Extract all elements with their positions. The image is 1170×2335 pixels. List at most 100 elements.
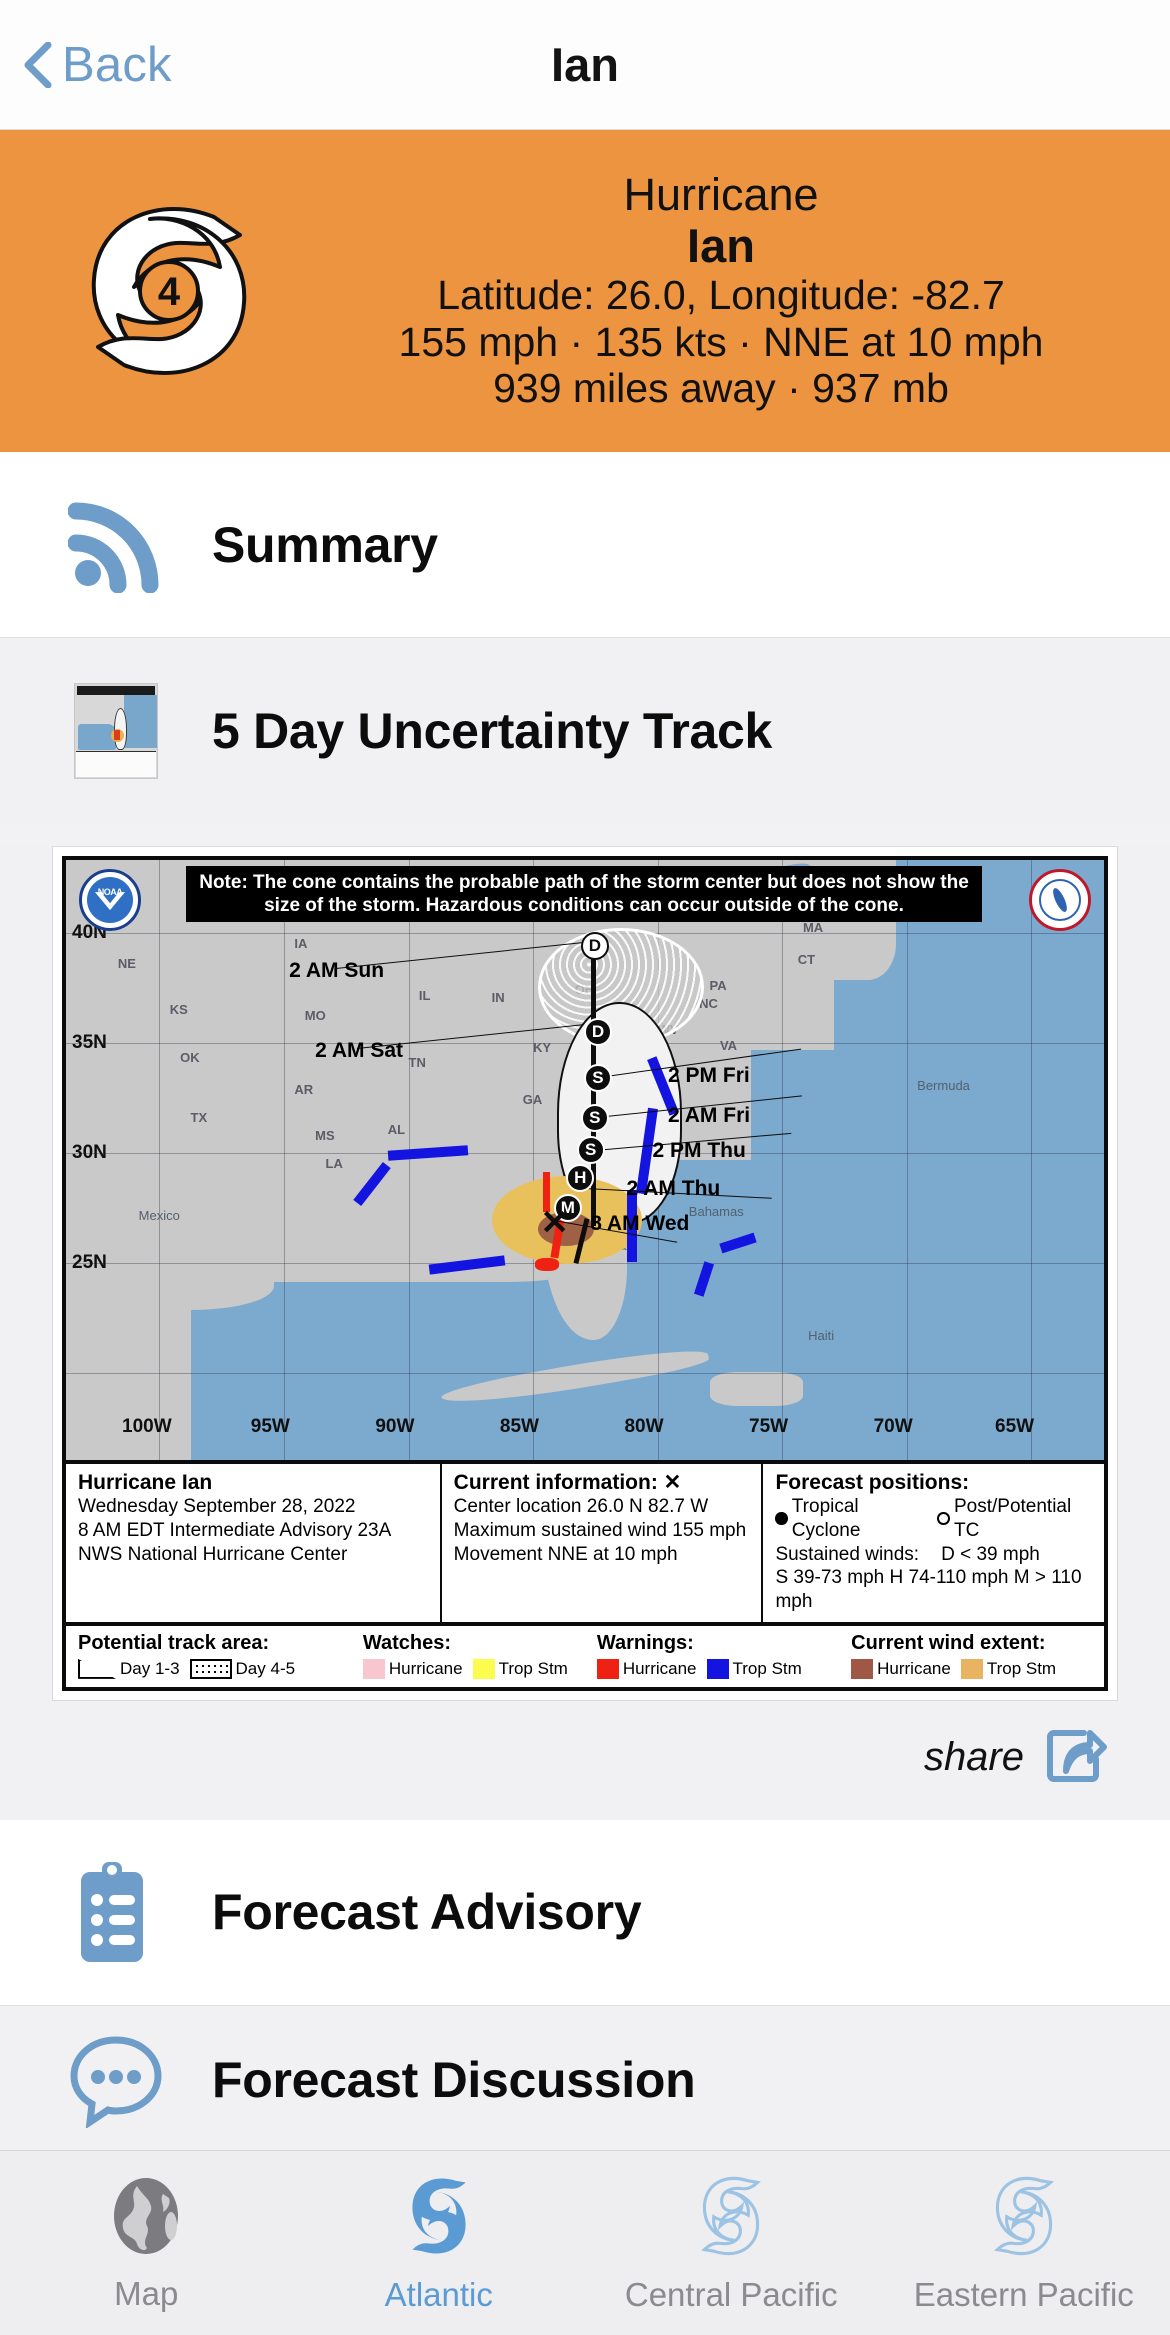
lon-label: 70W — [873, 1416, 913, 1437]
wind-hurricane-swatch — [851, 1658, 874, 1679]
cyclone-filled-icon — [399, 2173, 479, 2264]
track-time-label: 8 AM Wed — [590, 1212, 690, 1235]
sidebar-item-advisory[interactable]: Forecast Advisory — [0, 1819, 1170, 2006]
share-button[interactable]: share — [0, 1701, 1170, 1790]
warning-tropstorm-swatch — [706, 1658, 729, 1679]
tropical-storm-warning-area — [694, 1261, 715, 1297]
lon-label: 80W — [624, 1416, 664, 1437]
cyclone-outline-icon — [984, 2173, 1064, 2264]
current-position-marker: ✕ — [540, 1204, 569, 1242]
watch-hurricane-swatch — [362, 1658, 385, 1679]
state-label: AL — [387, 1122, 406, 1137]
state-label: TN — [408, 1055, 426, 1070]
watch-hurricane-label: Hurricane — [388, 1658, 463, 1678]
lon-label: 75W — [749, 1416, 789, 1437]
state-label: IN — [491, 990, 505, 1005]
state-label: KS — [169, 1002, 188, 1017]
sidebar-item-label: 5 Day Uncertainty Track — [212, 703, 773, 759]
legend-wind-classes: S 39-73 mph H 74-110 mph M > 110 mph — [775, 1567, 1082, 1613]
track-point[interactable]: D — [580, 932, 609, 960]
sidebar-item-track[interactable]: 5 Day Uncertainty Track — [0, 638, 1170, 824]
legend-day-4-5: Day 4-5 — [235, 1658, 296, 1678]
info-center-location: Center location 26.0 N 82.7 W — [453, 1496, 709, 1518]
tab-label: Map — [114, 2274, 179, 2312]
lat-label: 30N — [72, 1142, 107, 1163]
hurricane-detail-screen: Back Ian 4 Hurricane Ian Latitude: 26.0,… — [0, 0, 1170, 2335]
state-label: PA — [709, 978, 727, 993]
sidebar-item-summary[interactable]: Summary — [0, 452, 1170, 638]
sidebar-item-label: Forecast Advisory — [212, 1884, 642, 1941]
track-time-label: 2 AM Sat — [315, 1039, 404, 1062]
track-time-label: 2 AM Fri — [668, 1104, 751, 1127]
sidebar-item-label: Summary — [212, 516, 438, 573]
geo-label: Haiti — [808, 1328, 835, 1343]
navigation-bar: Back Ian — [0, 0, 1170, 130]
tab-central-pacific[interactable]: Central Pacific — [585, 2173, 878, 2314]
storm-name: Ian — [687, 218, 755, 272]
info-movement: Movement NNE at 10 mph — [453, 1543, 678, 1565]
geo-label: Bahamas — [688, 1204, 744, 1219]
state-label: GA — [522, 1092, 543, 1107]
bottom-tab-bar: Map Atlantic Central Pacific Eastern Pac… — [0, 2150, 1170, 2335]
tab-map[interactable]: Map — [0, 2174, 293, 2313]
tab-label: Atlantic — [384, 2275, 493, 2313]
cone-disclaimer-note: Note: The cone contains the probable pat… — [186, 866, 982, 923]
state-label: IL — [418, 988, 431, 1003]
share-label: share — [923, 1734, 1024, 1779]
warning-hurricane-swatch — [596, 1658, 619, 1679]
lon-label: 100W — [122, 1416, 172, 1437]
info-forecast-title: Forecast positions: — [775, 1471, 970, 1494]
watch-tropstorm-label: Trop Stm — [498, 1658, 568, 1678]
tropical-cyclone-marker-icon — [775, 1512, 788, 1526]
track-point[interactable]: S — [576, 1136, 605, 1164]
forecast-map-image[interactable]: Note: The cone contains the probable pat… — [52, 846, 1118, 1701]
lat-label: 25N — [72, 1252, 107, 1273]
track-point[interactable]: S — [583, 1064, 612, 1092]
legend-wind-title: Current wind extent: — [851, 1631, 1046, 1654]
legend-tropical-cyclone: Tropical Cyclone — [791, 1496, 861, 1541]
tab-eastern-pacific[interactable]: Eastern Pacific — [878, 2173, 1170, 2314]
share-arrow-icon — [1044, 1725, 1108, 1790]
sidebar-item-label: Forecast Discussion — [212, 2052, 696, 2109]
state-label: NE — [117, 956, 136, 971]
legend-warnings-title: Warnings: — [596, 1631, 694, 1654]
state-label: AR — [294, 1082, 314, 1097]
legend-sustained-winds: Sustained winds: — [775, 1543, 920, 1565]
clipboard-list-icon — [52, 1858, 180, 1966]
geo-label: Bermuda — [917, 1078, 970, 1093]
track-time-label: 2 PM Fri — [668, 1064, 750, 1087]
map-canvas: Note: The cone contains the probable pat… — [66, 860, 1104, 1460]
legend-day-1-3: Day 1-3 — [120, 1658, 180, 1678]
legend-track-title: Potential track area: — [78, 1631, 270, 1654]
sidebar-item-discussion[interactable]: Forecast Discussion — [0, 2005, 1170, 2156]
state-label: KY — [533, 1040, 552, 1055]
storm-info-block: Hurricane Ian Latitude: 26.0, Longitude:… — [314, 168, 1146, 410]
state-label: OK — [180, 1050, 200, 1065]
chat-bubble-icon — [52, 2032, 180, 2129]
noaa-logo: NOAA — [79, 869, 141, 931]
track-card: Note: The cone contains the probable pat… — [0, 846, 1170, 1820]
cone-day13-swatch-icon — [78, 1658, 116, 1679]
warning-hurricane-label: Hurricane — [622, 1658, 697, 1678]
tab-label: Central Pacific — [624, 2275, 838, 2313]
storm-type: Hurricane — [623, 168, 819, 220]
back-button[interactable]: Back — [22, 37, 172, 93]
wind-hurricane-label: Hurricane — [877, 1658, 951, 1678]
warning-tropstorm-label: Trop Stm — [732, 1658, 802, 1678]
info-date: Wednesday September 28, 2022 — [78, 1496, 356, 1518]
globe-icon — [107, 2174, 185, 2263]
storm-wind: 155 mph · 135 kts · NNE at 10 mph — [398, 318, 1044, 365]
track-point[interactable]: S — [580, 1104, 609, 1132]
lon-label: 90W — [375, 1416, 415, 1437]
info-advisory: 8 AM EDT Intermediate Advisory 23A — [78, 1519, 392, 1541]
watch-tropstorm-swatch — [472, 1658, 495, 1679]
tab-atlantic[interactable]: Atlantic — [293, 2173, 586, 2314]
page-title: Ian — [551, 38, 619, 91]
storm-position: Latitude: 26.0, Longitude: -82.7 — [437, 271, 1005, 318]
tab-label: Eastern Pacific — [913, 2275, 1134, 2313]
lon-label: 95W — [250, 1416, 290, 1437]
tropical-storm-warning-area — [719, 1232, 757, 1254]
storm-summary-header: 4 Hurricane Ian Latitude: 26.0, Longitud… — [0, 130, 1170, 452]
lon-label: 65W — [995, 1416, 1035, 1437]
track-point[interactable]: D — [583, 1018, 612, 1046]
